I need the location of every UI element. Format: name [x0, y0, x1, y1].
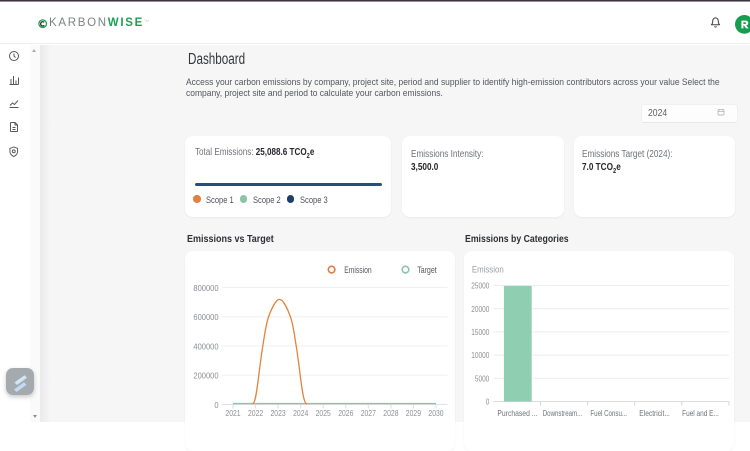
svg-text:Electricit...: Electricit... [639, 408, 670, 418]
svg-text:400000: 400000 [193, 341, 218, 351]
svg-text:Emission: Emission [472, 264, 504, 275]
svg-text:600000: 600000 [193, 312, 218, 322]
svg-text:Emission: Emission [344, 265, 372, 276]
svg-text:0: 0 [214, 400, 218, 410]
svg-text:2024: 2024 [293, 408, 308, 418]
svg-text:15000: 15000 [471, 327, 489, 337]
svg-text:0: 0 [486, 397, 490, 407]
svg-text:25000: 25000 [471, 281, 489, 291]
svg-text:2021: 2021 [225, 408, 240, 418]
svg-text:Fuel Consu...: Fuel Consu... [590, 408, 627, 418]
svg-text:5000: 5000 [475, 373, 490, 383]
svg-text:2022: 2022 [248, 408, 263, 418]
svg-text:10000: 10000 [471, 350, 489, 360]
svg-text:Purchased ...: Purchased ... [497, 408, 537, 418]
svg-text:2023: 2023 [271, 408, 286, 418]
svg-text:2029: 2029 [406, 408, 421, 418]
svg-text:20000: 20000 [471, 304, 489, 314]
svg-text:2028: 2028 [383, 408, 398, 418]
svg-text:2027: 2027 [361, 408, 376, 418]
svg-text:Target: Target [417, 265, 437, 276]
svg-text:2026: 2026 [338, 408, 353, 418]
svg-text:2030: 2030 [428, 408, 443, 418]
svg-text:800000: 800000 [193, 283, 218, 293]
svg-text:Downstream...: Downstream... [543, 408, 583, 418]
svg-text:Fuel and E...: Fuel and E... [682, 408, 719, 418]
svg-text:2025: 2025 [316, 408, 331, 418]
svg-text:200000: 200000 [193, 371, 218, 381]
